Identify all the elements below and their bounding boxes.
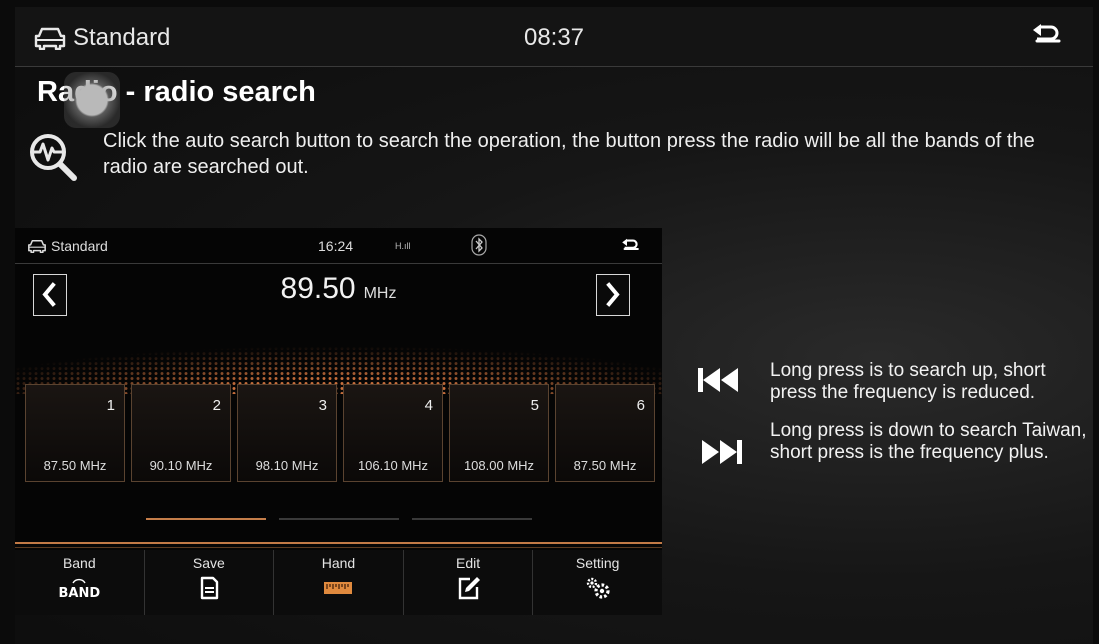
skip-next-icon: [702, 440, 742, 464]
radio-drive-mode-label: Standard: [51, 238, 108, 254]
save-button[interactable]: Save: [145, 550, 275, 615]
back-icon[interactable]: [619, 237, 641, 255]
signal-icon: H.ıll: [395, 241, 411, 251]
band-label: Band: [62, 555, 96, 571]
setting-label: Setting: [575, 555, 620, 571]
preset-frequency: 108.00 MHz: [463, 458, 535, 473]
preset-frequency: 87.50 MHz: [43, 458, 107, 473]
edit-label: Edit: [456, 555, 481, 571]
band-icon: [72, 578, 86, 584]
preset-3[interactable]: 3 98.10 MHz: [237, 384, 337, 482]
page-indicator-1[interactable]: [146, 518, 266, 520]
chevron-right-icon: [606, 282, 620, 307]
radio-screen-preview: Standard 16:24 H.ıll 89.50 MHz 1 87.50 MH…: [15, 228, 662, 615]
seek-up-explanation: Long press is down to search Taiwan, sho…: [770, 420, 1087, 463]
seek-up-button[interactable]: [596, 274, 630, 316]
preset-frequency: 98.10 MHz: [255, 458, 319, 473]
back-icon[interactable]: [1029, 21, 1063, 51]
preset-number: 2: [212, 397, 221, 414]
car-icon: [28, 239, 46, 253]
bluetooth-icon: [471, 234, 487, 256]
preset-list: 1 87.50 MHz 2 90.10 MHz 3 98.10 MHz 4 10…: [25, 384, 655, 482]
description-text: Click the auto search button to search t…: [103, 130, 1035, 178]
preset-5[interactable]: 5 108.00 MHz: [449, 384, 549, 482]
frequency-unit: MHz: [363, 285, 397, 302]
save-icon: [200, 576, 219, 600]
skip-previous-icon: [698, 368, 738, 392]
edit-button[interactable]: Edit: [404, 550, 534, 615]
page-indicator-2[interactable]: [279, 518, 399, 520]
preset-number: 6: [636, 397, 645, 414]
clock: 08:37: [523, 24, 585, 51]
current-frequency: 89.50 MHz: [15, 272, 662, 306]
radio-clock: 16:24: [318, 238, 354, 254]
radio-toolbar: Band BAND Save Hand Edit Setting: [15, 550, 662, 615]
seek-down-explanation: Long press is to search up, short press …: [770, 360, 1046, 403]
toolbar-divider: [15, 542, 662, 544]
preset-6[interactable]: 6 87.50 MHz: [555, 384, 655, 482]
frequency-value: 89.50: [280, 272, 356, 305]
touch-indicator: [64, 72, 120, 128]
toolbar-divider-shadow: [15, 547, 662, 548]
preset-frequency: 106.10 MHz: [357, 458, 429, 473]
save-label: Save: [192, 555, 225, 571]
radio-drive-mode[interactable]: Standard: [27, 238, 108, 254]
preset-2[interactable]: 2 90.10 MHz: [131, 384, 231, 482]
preset-frequency: 87.50 MHz: [573, 458, 637, 473]
tuner-scale-icon: [324, 582, 353, 594]
page-indicator-3[interactable]: [412, 518, 532, 520]
preset-number: 3: [318, 397, 327, 414]
setting-button[interactable]: Setting: [533, 550, 662, 615]
preset-frequency: 90.10 MHz: [149, 458, 213, 473]
gear-icon: [586, 577, 610, 599]
top-status-bar: Standard 08:37: [15, 7, 1093, 67]
preset-number: 5: [530, 397, 539, 414]
band-icon-text: BAND: [58, 586, 101, 601]
preset-1[interactable]: 1 87.50 MHz: [25, 384, 125, 482]
band-button[interactable]: Band BAND: [15, 550, 145, 615]
preset-4[interactable]: 4 106.10 MHz: [343, 384, 443, 482]
radio-search-icon: [30, 134, 77, 181]
edit-icon: [458, 577, 481, 600]
hand-label: Hand: [321, 555, 356, 571]
preset-number: 4: [424, 397, 433, 414]
radio-status-bar: Standard 16:24 H.ıll: [15, 228, 662, 264]
preset-number: 1: [106, 397, 115, 414]
hand-button[interactable]: Hand: [274, 550, 404, 615]
